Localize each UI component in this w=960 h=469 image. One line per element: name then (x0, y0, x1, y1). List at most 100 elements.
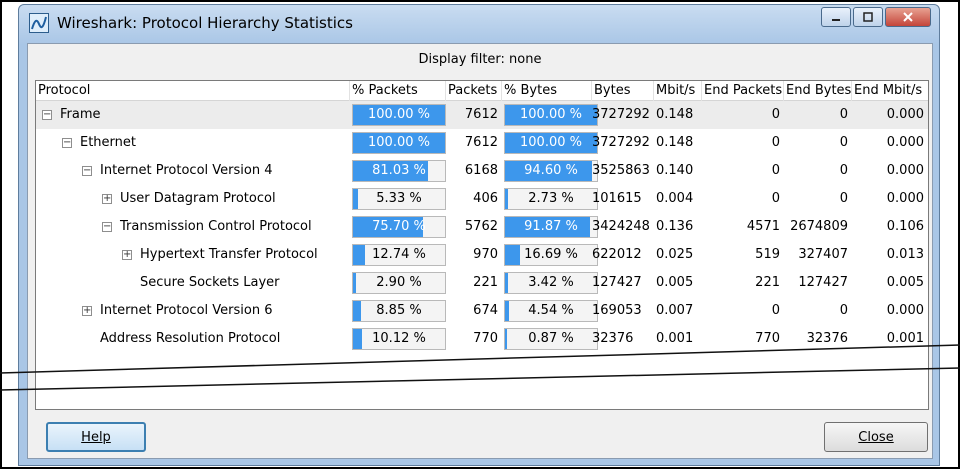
pct-packets-bar: 100.00 % (352, 132, 446, 154)
pct-packets-bar-text: 10.12 % (372, 331, 426, 346)
expand-icon[interactable]: + (82, 306, 92, 316)
end-bytes-cell: 127427 (798, 275, 848, 290)
end-packets-cell: 519 (755, 247, 780, 262)
help-button[interactable]: Help (46, 422, 146, 452)
col-header-end-packets[interactable]: End Packets (702, 81, 784, 101)
col-header-pct-packets[interactable]: % Packets (350, 81, 446, 101)
collapse-icon[interactable]: − (102, 222, 112, 232)
pct-bytes-bar-text: 100.00 % (520, 135, 582, 150)
title-bar[interactable]: Wireshark: Protocol Hierarchy Statistics (19, 5, 939, 41)
bytes-cell: 3424248 (592, 219, 650, 234)
end-packets-cell: 0 (771, 303, 780, 318)
protocol-hierarchy-table[interactable]: Protocol % Packets Packets % Bytes Bytes… (35, 80, 929, 410)
packets-cell: 770 (473, 331, 498, 346)
end-packets-cell: 221 (755, 275, 780, 290)
packets-cell: 5762 (464, 219, 498, 234)
window-title: Wireshark: Protocol Hierarchy Statistics (57, 14, 353, 32)
bytes-cell: 101615 (592, 191, 642, 206)
end-mbits-cell: 0.005 (886, 275, 924, 290)
end-mbits-cell: 0.000 (886, 191, 924, 206)
table-row[interactable]: Secure Sockets Layer 2.90 % 3.42 % 221 12742… (36, 269, 928, 297)
packets-cell: 406 (473, 191, 498, 206)
end-bytes-cell: 2674809 (790, 219, 848, 234)
packets-cell: 970 (473, 247, 498, 262)
col-header-mbits[interactable]: Mbit/s (654, 81, 702, 101)
table-row[interactable]: − Frame 100.00 % 100.00 % 7612 3727292 0.148 0 0… (36, 101, 928, 129)
col-header-bytes[interactable]: Bytes (592, 81, 654, 101)
pct-packets-bar-text: 2.90 % (376, 275, 422, 290)
col-header-end-bytes[interactable]: End Bytes (784, 81, 852, 101)
col-header-packets[interactable]: Packets (446, 81, 502, 101)
mbits-cell: 0.001 (656, 331, 694, 346)
end-packets-cell: 0 (771, 163, 780, 178)
expand-icon[interactable]: + (102, 194, 112, 204)
pct-packets-bar-text: 100.00 % (368, 107, 430, 122)
maximize-button[interactable] (853, 7, 883, 27)
table-row[interactable]: − Transmission Control Protocol 75.70 % 91.… (36, 213, 928, 241)
collapse-icon[interactable]: − (42, 110, 52, 120)
protocol-name: Transmission Control Protocol (120, 219, 312, 234)
pct-bytes-bar-text: 94.60 % (524, 163, 578, 178)
bytes-cell: 32376 (592, 331, 634, 346)
protocol-name: Internet Protocol Version 6 (100, 303, 273, 318)
close-window-button[interactable] (885, 7, 931, 27)
mbits-cell: 0.148 (656, 135, 694, 150)
pct-bytes-bar: 2.73 % (504, 188, 598, 210)
packets-cell: 7612 (464, 135, 498, 150)
collapse-icon[interactable]: − (62, 138, 72, 148)
pct-bytes-bar: 16.69 % (504, 244, 598, 266)
end-mbits-cell: 0.000 (886, 107, 924, 122)
pct-packets-bar: 2.90 % (352, 272, 446, 294)
table-row[interactable]: − Internet Protocol Version 4 81.03 % 94.60… (36, 157, 928, 185)
pct-bytes-bar: 4.54 % (504, 300, 598, 322)
close-icon (903, 12, 913, 22)
packets-cell: 6168 (464, 163, 498, 178)
dialog-body: Display filter: none Protocol % Packets … (27, 43, 933, 459)
protocol-name: Secure Sockets Layer (140, 275, 280, 290)
col-header-end-mbits[interactable]: End Mbit/s (852, 81, 928, 101)
pct-packets-bar-text: 12.74 % (372, 247, 426, 262)
pct-bytes-bar-text: 91.87 % (524, 219, 578, 234)
expand-icon[interactable]: + (122, 250, 132, 260)
maximize-icon (863, 12, 873, 22)
packets-cell: 221 (473, 275, 498, 290)
pct-bytes-bar: 100.00 % (504, 104, 598, 126)
end-mbits-cell: 0.013 (886, 247, 924, 262)
table-row[interactable]: − Ethernet 100.00 % 100.00 % 7612 3727292 0.14… (36, 129, 928, 157)
end-mbits-cell: 0.000 (886, 163, 924, 178)
protocol-hierarchy-window: Wireshark: Protocol Hierarchy Statistics… (18, 4, 940, 466)
end-bytes-cell: 0 (839, 135, 848, 150)
pct-packets-bar: 75.70 % (352, 216, 446, 238)
pct-packets-bar-text: 75.70 % (372, 219, 426, 234)
bytes-cell: 3525863 (592, 163, 650, 178)
mbits-cell: 0.148 (656, 107, 694, 122)
table-row[interactable]: + User Datagram Protocol 5.33 % 2.73 % 406 10… (36, 185, 928, 213)
minimize-button[interactable] (821, 7, 851, 27)
end-bytes-cell: 0 (839, 107, 848, 122)
table-header: Protocol % Packets Packets % Bytes Bytes… (36, 81, 928, 101)
pct-bytes-bar-text: 0.87 % (528, 331, 574, 346)
bytes-cell: 169053 (592, 303, 642, 318)
end-packets-cell: 0 (771, 135, 780, 150)
pct-packets-bar-text: 81.03 % (372, 163, 426, 178)
col-header-protocol[interactable]: Protocol (36, 81, 350, 101)
table-row[interactable]: Address Resolution Protocol 10.12 % 0.87 %… (36, 325, 928, 353)
packets-cell: 7612 (464, 107, 498, 122)
col-header-pct-bytes[interactable]: % Bytes (502, 81, 592, 101)
end-mbits-cell: 0.001 (886, 331, 924, 346)
end-packets-cell: 0 (771, 107, 780, 122)
pct-bytes-bar-text: 100.00 % (520, 107, 582, 122)
bytes-cell: 622012 (592, 247, 642, 262)
pct-packets-bar: 10.12 % (352, 328, 446, 350)
collapse-icon[interactable]: − (82, 166, 92, 176)
pct-packets-bar: 5.33 % (352, 188, 446, 210)
close-button[interactable]: Close (824, 422, 928, 452)
end-bytes-cell: 0 (839, 191, 848, 206)
end-bytes-cell: 0 (839, 303, 848, 318)
table-row[interactable]: + Hypertext Transfer Protocol 12.74 % 16.69… (36, 241, 928, 269)
pct-bytes-bar-text: 2.73 % (528, 191, 574, 206)
packets-cell: 674 (473, 303, 498, 318)
table-row[interactable]: + Internet Protocol Version 6 8.85 % 4.54 %… (36, 297, 928, 325)
end-mbits-cell: 0.000 (886, 303, 924, 318)
wireshark-icon (29, 13, 49, 33)
